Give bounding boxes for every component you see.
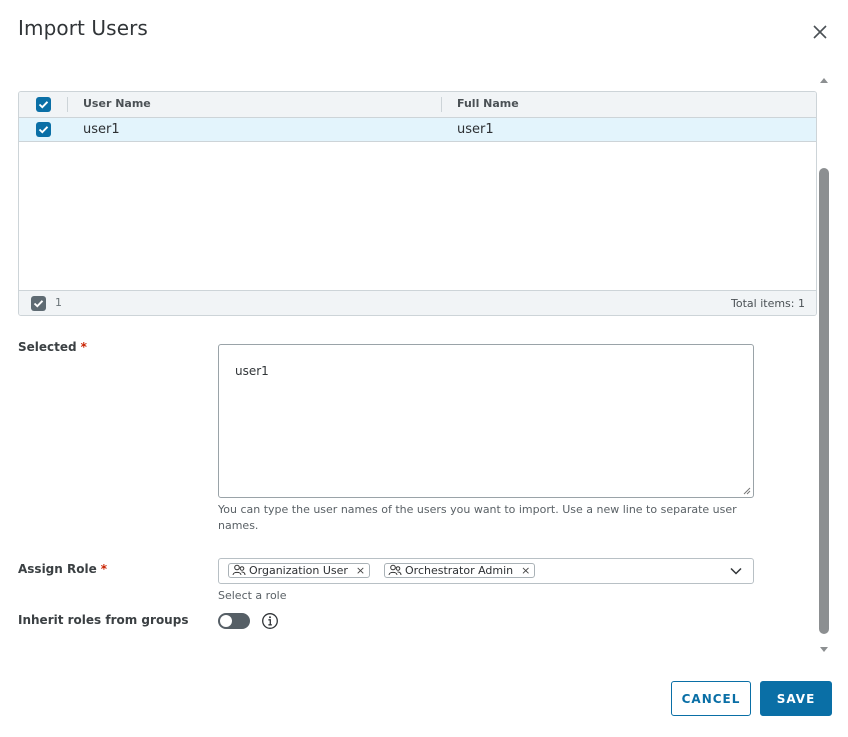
assign-role-helper-text: Select a role <box>218 589 287 602</box>
inherit-roles-label: Inherit roles from groups <box>18 613 189 627</box>
remove-chip-icon[interactable]: × <box>521 565 530 576</box>
role-chip-orchestrator-admin: Orchestrator Admin × <box>384 563 536 578</box>
checkmark-icon <box>33 300 44 308</box>
assign-role-combobox[interactable]: Organization User × Orchestrator Admin × <box>218 558 754 584</box>
checkmark-icon <box>38 101 49 109</box>
selected-users-textarea[interactable]: user1 <box>218 344 754 498</box>
cell-user-name: user1 <box>83 122 120 137</box>
toggle-knob <box>220 615 232 627</box>
scrollbar-thumb[interactable] <box>819 168 829 634</box>
datagrid-footer: 1 Total items: 1 <box>19 290 816 315</box>
users-group-icon <box>388 564 402 576</box>
selected-count: 1 <box>55 296 62 309</box>
selection-count-checkbox[interactable] <box>31 296 46 311</box>
resize-grip-icon[interactable] <box>743 487 751 495</box>
required-mark: * <box>80 340 87 354</box>
chevron-down-icon[interactable] <box>729 565 743 577</box>
column-resize-handle[interactable] <box>441 97 442 112</box>
cancel-button[interactable]: CANCEL <box>671 681 751 716</box>
close-button[interactable] <box>808 20 832 44</box>
datagrid-header: User Name Full Name <box>19 92 816 118</box>
inherit-roles-toggle[interactable] <box>218 613 250 629</box>
required-mark: * <box>100 562 108 576</box>
remove-chip-icon[interactable]: × <box>356 565 365 576</box>
users-group-icon <box>232 564 246 576</box>
scroll-up-arrow-icon[interactable] <box>818 72 830 84</box>
row-checkbox[interactable] <box>36 122 51 137</box>
cell-full-name: user1 <box>457 122 494 137</box>
chip-label: Organization User <box>249 564 348 577</box>
save-button[interactable]: SAVE <box>760 681 832 716</box>
selected-helper-text: You can type the user names of the users… <box>218 503 737 532</box>
selected-label-text: Selected <box>18 340 77 354</box>
users-datagrid: User Name Full Name user1 user1 1 Total … <box>18 91 817 316</box>
column-header-full-name[interactable]: Full Name <box>457 97 519 110</box>
chip-label: Orchestrator Admin <box>405 564 514 577</box>
role-chip-organization-user: Organization User × <box>228 563 371 578</box>
column-separator <box>67 97 68 112</box>
selected-label: Selected * <box>18 340 87 354</box>
checkmark-icon <box>38 126 49 134</box>
textarea-value: user1 <box>235 364 269 378</box>
select-all-checkbox[interactable] <box>36 97 51 112</box>
table-row[interactable]: user1 user1 <box>19 118 816 142</box>
assign-role-label: Assign Role * <box>18 562 107 576</box>
close-icon <box>813 25 827 39</box>
scroll-down-arrow-icon[interactable] <box>818 640 830 652</box>
dialog-title: Import Users <box>18 16 148 40</box>
column-header-user-name[interactable]: User Name <box>83 97 151 110</box>
info-icon[interactable] <box>261 612 279 630</box>
assign-role-label-text: Assign Role <box>18 562 97 576</box>
total-items: Total items: 1 <box>731 297 805 310</box>
